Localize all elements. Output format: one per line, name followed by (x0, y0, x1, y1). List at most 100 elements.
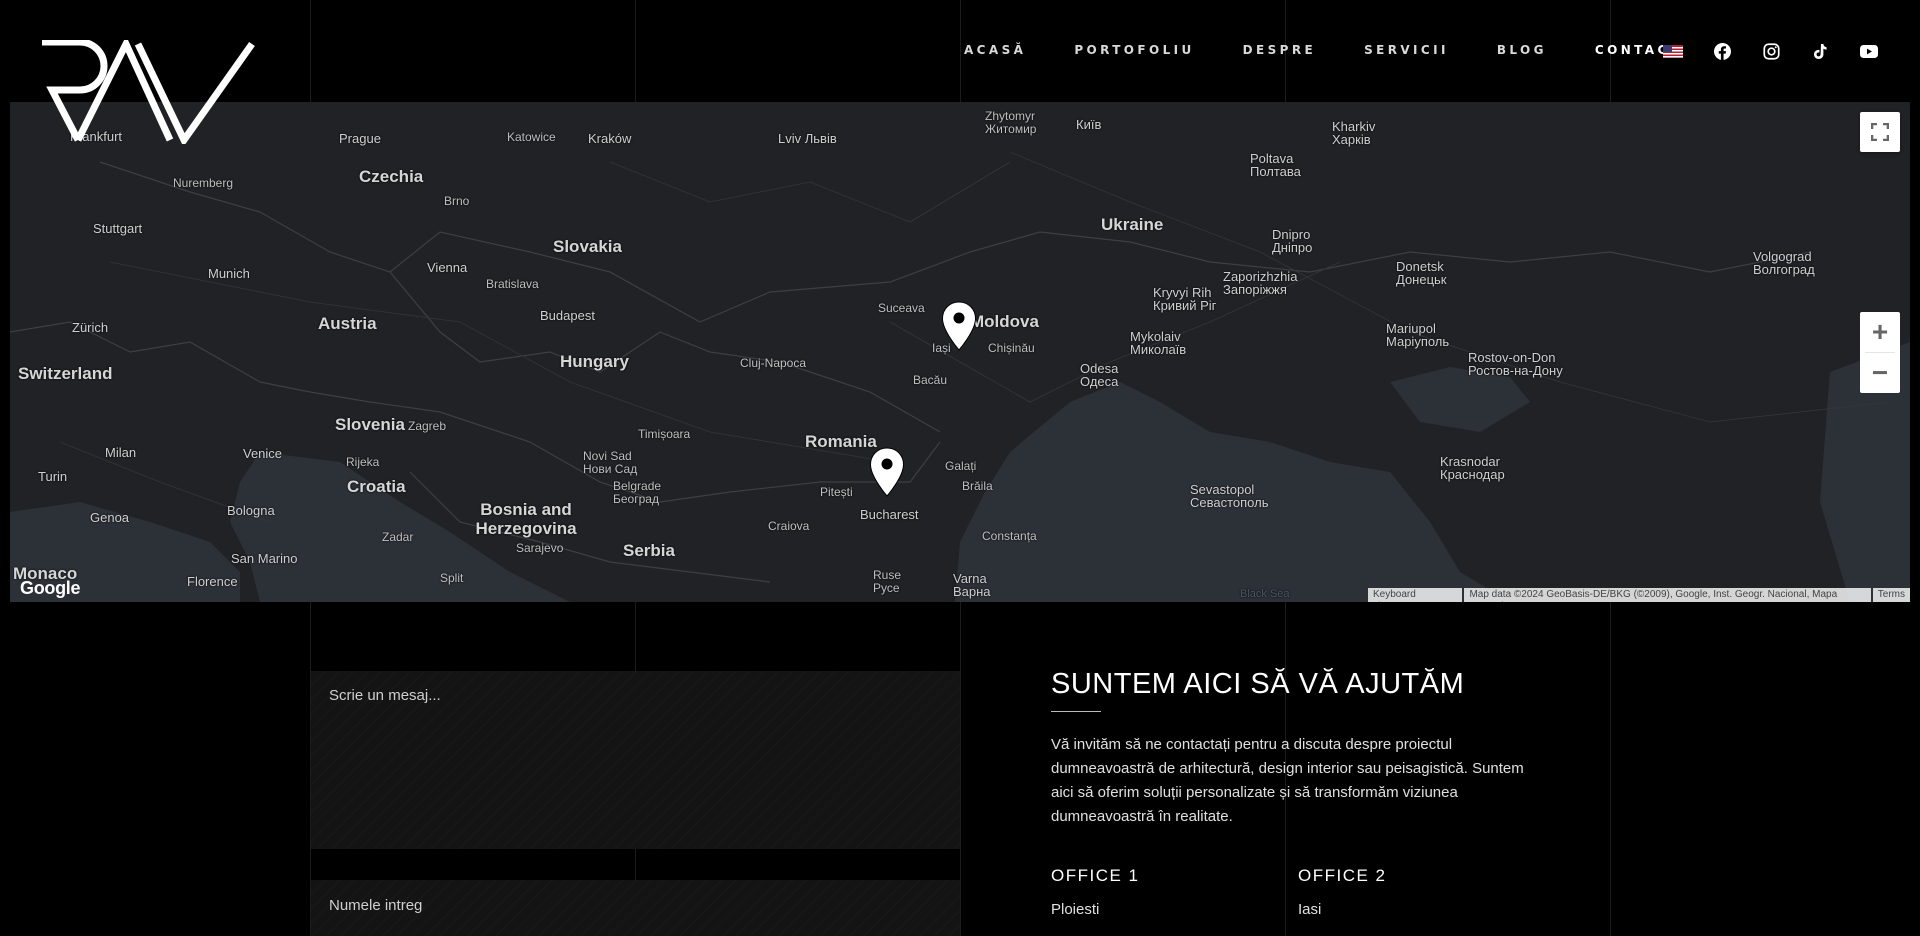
map-label: Zadar (382, 530, 414, 544)
map-label: Munich (208, 266, 250, 281)
map-label: Київ (1076, 117, 1102, 132)
map-label: Vienna (427, 260, 468, 275)
map-label: Rijeka (346, 455, 380, 469)
map-label: Poltava Полтава (1250, 151, 1301, 179)
map-label: Donetsk Донецьк (1396, 259, 1447, 287)
map-data-text: Map data ©2024 GeoBasis-DE/BKG (©2009), … (1464, 588, 1871, 602)
map-label: Zaporizhzhia Запоріжжя (1223, 269, 1298, 297)
map-label: Slovenia (335, 415, 405, 434)
name-placeholder: Numele intreg (329, 897, 423, 914)
message-placeholder: Scrie un mesaj... (329, 687, 441, 704)
map-attribution: Keyboard shortcuts Map data ©2024 GeoBas… (1366, 588, 1910, 602)
map-label: Lviv Львів (778, 131, 837, 146)
map-label: Genoa (90, 510, 130, 525)
map-label: Volgograd Волгоград (1753, 249, 1815, 277)
map-label: Suceava (878, 301, 925, 315)
map-label: Pitești (820, 485, 853, 499)
youtube-icon[interactable] (1858, 40, 1880, 62)
instagram-icon[interactable] (1760, 40, 1782, 62)
map-label: Odesa Одеса (1080, 361, 1119, 389)
map-label: Katowice (507, 130, 556, 144)
map-water-label: Black Sea (1240, 588, 1290, 600)
office-2-city: Iasi (1298, 901, 1322, 918)
map-label: Kharkiv Харків (1332, 119, 1376, 147)
nav-item-blog[interactable]: BLOG (1497, 43, 1547, 57)
us-flag-icon[interactable] (1662, 40, 1684, 62)
map-label: Switzerland (18, 364, 113, 383)
tiktok-icon[interactable] (1809, 40, 1831, 62)
map-label: Dnipro Дніпро (1272, 227, 1313, 255)
zoom-control: + − (1860, 312, 1900, 393)
fullscreen-icon (1871, 123, 1889, 141)
map-label: Slovakia (553, 237, 622, 256)
map-label: Galați (945, 459, 977, 473)
map-label: Romania (805, 432, 877, 451)
map-marker-pitesti[interactable] (868, 446, 906, 498)
map-label: Serbia (623, 541, 675, 560)
heading-divider (1051, 711, 1101, 712)
map-label: Brăila (962, 479, 993, 493)
map-label: Bucharest (860, 507, 919, 522)
keyboard-shortcuts-link[interactable]: Keyboard shortcuts (1368, 588, 1463, 602)
zoom-out-button[interactable]: − (1860, 353, 1900, 393)
nav-item-servicii[interactable]: SERVICII (1364, 43, 1449, 57)
map-label: Ukraine (1101, 215, 1164, 234)
map-label: Turin (38, 469, 68, 484)
map-label: Bacău (913, 373, 948, 387)
map-label: Nuremberg (173, 176, 234, 190)
raw-logo[interactable] (38, 35, 256, 147)
map-label: Novi Sad Нови Сад (583, 449, 638, 476)
map-label: Mykolaiv Миколаїв (1130, 329, 1187, 357)
map-label: Bratislava (486, 277, 539, 291)
map-label: Zagreb (408, 419, 447, 433)
terms-link[interactable]: Terms (1872, 588, 1910, 602)
facebook-icon[interactable] (1711, 40, 1733, 62)
zoom-in-button[interactable]: + (1860, 312, 1900, 352)
map-label: Bosnia and Herzegovina (475, 500, 577, 538)
map-label: Florence (187, 574, 238, 589)
map-label: San Marino (231, 551, 298, 566)
map-marker-iasi[interactable] (940, 300, 978, 352)
map-label: Constanța (982, 529, 1037, 543)
nav-item-acasa[interactable]: ACASĂ (964, 43, 1026, 57)
map-label: Craiova (768, 519, 810, 533)
social-icons (1662, 40, 1907, 62)
map-label: Mariupol Маріуполь (1386, 321, 1450, 349)
map-label: Timișoara (638, 427, 691, 441)
map-label: Milan (105, 445, 137, 460)
map-label: Varna Варна (953, 571, 991, 599)
map-label: Bologna (227, 503, 275, 518)
map-label: Zhytomyr Житомир (985, 109, 1037, 136)
map-label: Krasnodar Краснодар (1440, 454, 1505, 482)
map-view[interactable]: Czechia Slovakia Austria Hungary Switzer… (10, 102, 1910, 602)
map-label: Cluj-Napoca (740, 356, 807, 370)
map-label: Budapest (540, 308, 595, 323)
map-label: Sevastopol Севастополь (1190, 482, 1269, 510)
site-header: ACASĂ PORTOFOLIU DESPRE SERVICII BLOG CO… (0, 0, 1920, 102)
map-label: Venice (243, 446, 283, 461)
contact-intro: Vă invităm să ne contactați pentru a dis… (1051, 736, 1524, 825)
map-label: Moldova (970, 312, 1039, 331)
map-label: Sarajevo (516, 541, 564, 555)
office-1-title: OFFICE 1 (1051, 866, 1140, 885)
map-label: Zürich (72, 320, 109, 335)
nav-item-despre[interactable]: DESPRE (1243, 43, 1316, 57)
office-2-title: OFFICE 2 (1298, 866, 1387, 885)
nav-item-portofoliu[interactable]: PORTOFOLIU (1074, 43, 1194, 57)
google-logo: Google (20, 578, 81, 598)
message-textarea[interactable]: Scrie un mesaj... (311, 671, 960, 849)
office-1-city: Ploiesti (1051, 901, 1100, 918)
fullscreen-button[interactable] (1860, 112, 1900, 152)
map-label: Austria (318, 314, 377, 333)
map-label: Brno (444, 194, 470, 208)
full-name-input[interactable]: Numele intreg (311, 880, 960, 936)
map-label: Croatia (347, 477, 406, 496)
map-label: Prague (339, 131, 381, 146)
map-label: Belgrade Београд (613, 479, 662, 506)
map-label: Ruse Русе (873, 568, 902, 595)
map-label: Kraków (588, 131, 632, 146)
main-nav: ACASĂ PORTOFOLIU DESPRE SERVICII BLOG CO… (964, 43, 1729, 57)
map-label: Hungary (560, 352, 629, 371)
map-label: Split (440, 571, 464, 585)
map-label: Rostov-on-Don Ростов-на-Дону (1468, 350, 1563, 378)
